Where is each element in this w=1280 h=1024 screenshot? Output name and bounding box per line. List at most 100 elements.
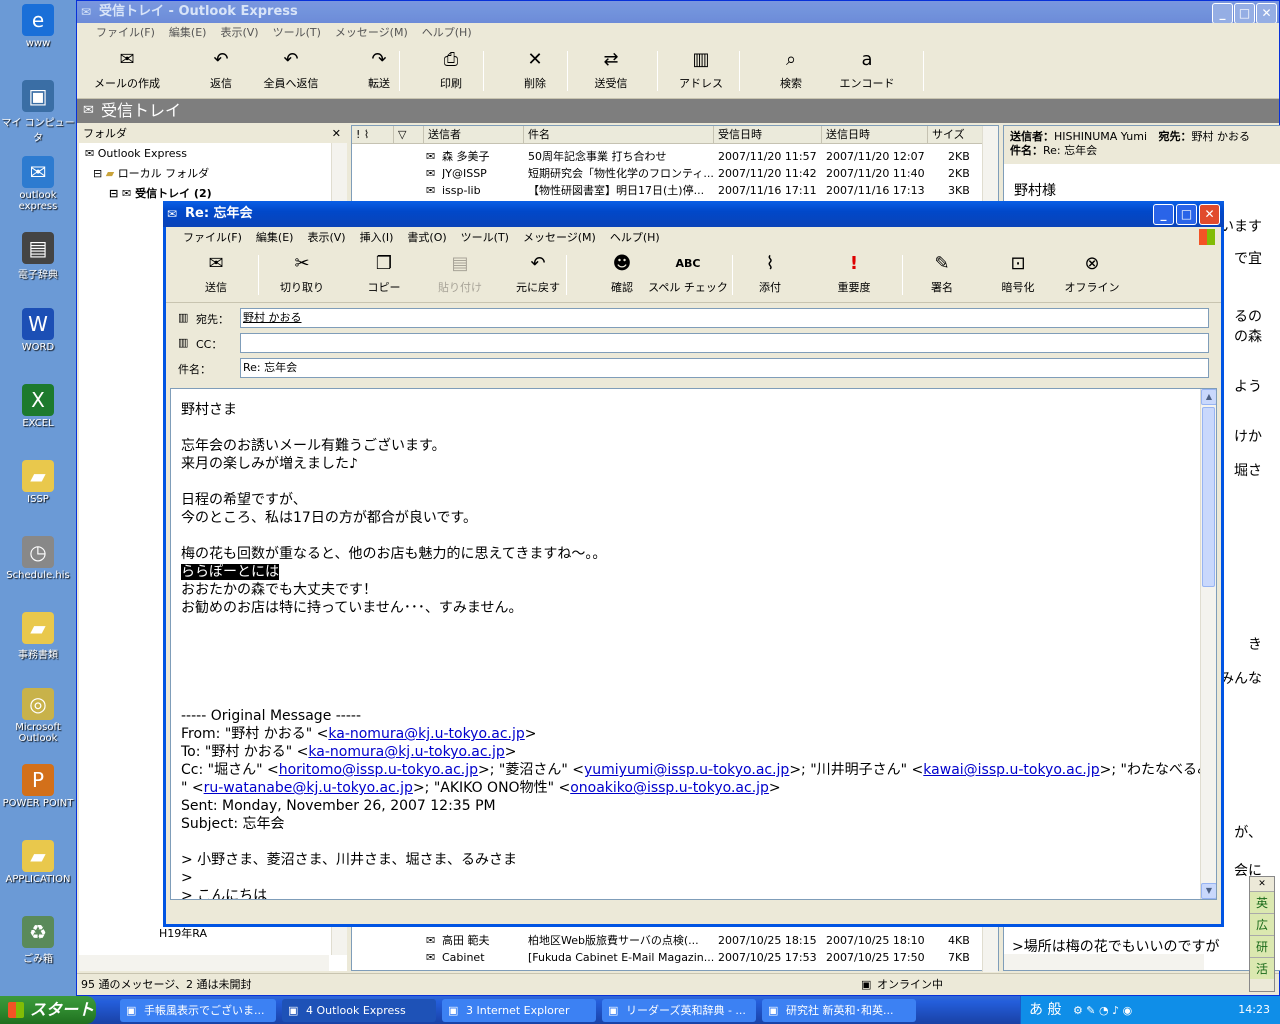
orig-from-email[interactable]: ka-nomura@kj.u-tokyo.ac.jp bbox=[328, 726, 524, 742]
menu-item[interactable]: 表示(V) bbox=[300, 228, 352, 248]
orig-cc-email[interactable]: horitomo@issp.u-tokyo.ac.jp bbox=[279, 762, 478, 778]
desktop-icon[interactable]: ✉ outlook express bbox=[0, 156, 76, 212]
desktop-icon[interactable]: ▰ APPLICATION bbox=[0, 840, 76, 885]
ime-button[interactable]: 英 bbox=[1250, 891, 1274, 913]
orig-cc-email[interactable]: kawai@issp.u-tokyo.ac.jp bbox=[923, 762, 1099, 778]
forward-button[interactable]: ↷ 転送 bbox=[339, 49, 419, 91]
taskbar-button[interactable]: ▣ リーダーズ英和辞典 - ... bbox=[602, 999, 756, 1022]
address-book-icon[interactable]: ▥ bbox=[178, 336, 188, 349]
cc-field[interactable] bbox=[240, 333, 1209, 353]
desktop-icon[interactable]: ▤ 電子辞典 bbox=[0, 232, 76, 281]
scroll-down-button[interactable]: ▼ bbox=[1201, 883, 1216, 899]
orig-cc-email[interactable]: onoakiko@issp.u-tokyo.ac.jp bbox=[570, 780, 769, 796]
menu-item[interactable]: ヘルプ(H) bbox=[603, 228, 667, 248]
desktop-icon[interactable]: P POWER POINT bbox=[0, 764, 76, 809]
column-header[interactable]: 送信日時 bbox=[822, 126, 928, 144]
orig-to-email[interactable]: ka-nomura@kj.u-tokyo.ac.jp bbox=[308, 744, 504, 760]
address-book-icon[interactable]: ▥ bbox=[178, 311, 188, 324]
folder-outlook-express[interactable]: ✉ Outlook Express bbox=[85, 145, 187, 163]
desktop-icon[interactable]: X EXCEL bbox=[0, 384, 76, 429]
folder-h19ra[interactable]: H19年RA bbox=[159, 925, 207, 943]
desktop-icon[interactable]: W WORD bbox=[0, 308, 76, 353]
folder-local-folders[interactable]: ⊟ ▰ ローカル フォルダ bbox=[93, 165, 209, 183]
scroll-thumb[interactable] bbox=[1202, 407, 1215, 587]
encode-button[interactable]: a エンコード bbox=[827, 49, 907, 91]
column-header[interactable]: 件名 bbox=[524, 126, 714, 144]
message-body[interactable]: 野村さま 忘年会のお誘いメール有難うございます。 来月の楽しみが増えました♪ 日程の希… bbox=[170, 388, 1217, 900]
taskbar-button[interactable]: ▣ 3 Internet Explorer bbox=[442, 999, 596, 1022]
menu-item[interactable]: 編集(E) bbox=[162, 23, 214, 43]
desktop-icon[interactable]: ▰ 事務書類 bbox=[0, 612, 76, 661]
spell-check-button[interactable]: ABC スペル チェック bbox=[642, 253, 734, 295]
menu-item[interactable]: ツール(T) bbox=[454, 228, 516, 248]
message-row[interactable]: ✉ 高田 範夫 柏地区Web版旅費サーバの点検(... 2007/10/25 18:1… bbox=[352, 932, 984, 949]
copy-button[interactable]: ❐ コピー bbox=[346, 253, 422, 295]
folder-pane-close-icon[interactable]: ✕ bbox=[332, 125, 341, 143]
reply-button[interactable]: ↶ 返信 bbox=[181, 49, 261, 91]
minimize-button[interactable]: _ bbox=[1212, 3, 1233, 24]
new-mail-button[interactable]: ✉ メールの作成 bbox=[87, 49, 167, 91]
attach-button[interactable]: ⌇ 添付 bbox=[732, 253, 808, 295]
expand-minus-icon[interactable]: ⊟ bbox=[93, 167, 106, 180]
column-flag[interactable]: ▽ bbox=[394, 126, 424, 144]
body-scrollbar[interactable]: ▲ ▼ bbox=[1200, 389, 1216, 899]
desktop-icon[interactable]: ◷ Schedule.his bbox=[0, 536, 76, 581]
message-row[interactable]: ✉ 森 多美子 50周年記念事業 打ち合わせ 2007/11/20 11:57 2007… bbox=[352, 148, 984, 165]
start-button[interactable]: スタート bbox=[0, 996, 96, 1024]
preview-hscrollbar[interactable] bbox=[1004, 954, 1204, 970]
ime-indicator[interactable]: あ 般 bbox=[1029, 1002, 1061, 1018]
find-button[interactable]: ⌕ 検索 bbox=[751, 49, 831, 91]
expand-minus-icon[interactable]: ⊟ bbox=[109, 187, 122, 200]
orig-cc-email[interactable]: ru-watanabe@kj.u-tokyo.ac.jp bbox=[204, 780, 413, 796]
ime-button[interactable]: 活 bbox=[1250, 957, 1274, 979]
scroll-up-button[interactable]: ▲ bbox=[1201, 389, 1216, 405]
menu-item[interactable]: ヘルプ(H) bbox=[415, 23, 479, 43]
send-receive-button[interactable]: ⇄ 送受信 bbox=[571, 49, 651, 91]
column-attachment[interactable]: ! ⌇ bbox=[352, 126, 394, 144]
send-button[interactable]: ✉ 送信 bbox=[178, 253, 254, 295]
menu-item[interactable]: ファイル(F) bbox=[89, 23, 162, 43]
desktop-icon[interactable]: ▣ マイ コンピュータ bbox=[0, 80, 76, 144]
offline-button[interactable]: ⊗ オフライン bbox=[1054, 253, 1130, 295]
to-recipient[interactable]: 野村 かおる bbox=[243, 311, 302, 324]
compose-maximize-button[interactable]: □ bbox=[1176, 204, 1197, 225]
column-header[interactable]: 受信日時 bbox=[714, 126, 822, 144]
priority-button[interactable]: ! 重要度 bbox=[816, 253, 892, 295]
message-row[interactable]: ✉ issp-lib 【物性研図書室】明日17日(土)停... 2007/11/16 … bbox=[352, 182, 984, 199]
menu-item[interactable]: ツール(T) bbox=[266, 23, 328, 43]
print-button[interactable]: ⎙ 印刷 bbox=[411, 49, 491, 91]
menu-item[interactable]: 編集(E) bbox=[249, 228, 301, 248]
column-header[interactable]: サイズ bbox=[928, 126, 984, 144]
to-field[interactable]: 野村 かおる bbox=[240, 308, 1209, 328]
address-book-button[interactable]: ▥ アドレス bbox=[661, 49, 741, 91]
sign-button[interactable]: ✎ 署名 bbox=[904, 253, 980, 295]
menu-item[interactable]: メッセージ(M) bbox=[328, 23, 415, 43]
encrypt-button[interactable]: ⊡ 暗号化 bbox=[980, 253, 1056, 295]
compose-title-bar[interactable]: ✉ Re: 忘年会 _ □ ✕ bbox=[163, 201, 1224, 227]
ime-button[interactable]: 研 bbox=[1250, 935, 1274, 957]
desktop-icon[interactable]: ♻ ごみ箱 bbox=[0, 916, 76, 965]
ime-button[interactable]: 広 bbox=[1250, 913, 1274, 935]
menu-item[interactable]: 挿入(I) bbox=[353, 228, 401, 248]
taskbar-button[interactable]: ▣ 研究社 新英和･和英... bbox=[762, 999, 916, 1022]
maximize-button[interactable]: □ bbox=[1234, 3, 1255, 24]
desktop-icon[interactable]: e www bbox=[0, 4, 76, 49]
cut-button[interactable]: ✂ 切り取り bbox=[264, 253, 340, 295]
compose-minimize-button[interactable]: _ bbox=[1153, 204, 1174, 225]
undo-button[interactable]: ↶ 元に戻す bbox=[500, 253, 576, 295]
ime-close-icon[interactable]: ✕ bbox=[1250, 877, 1274, 891]
taskbar-button[interactable]: ▣ 4 Outlook Express bbox=[282, 999, 436, 1022]
message-row[interactable]: ✉ JY@ISSP 短期研究会「物性化学のフロンティ... 2007/11/20 11… bbox=[352, 165, 984, 182]
subject-field[interactable]: Re: 忘年会 bbox=[240, 358, 1209, 378]
clock[interactable]: 14:23 bbox=[1238, 996, 1270, 1024]
compose-close-button[interactable]: ✕ bbox=[1199, 204, 1220, 225]
taskbar-button[interactable]: ▣ 手帳風表示でございま... bbox=[120, 999, 276, 1022]
menu-item[interactable]: 書式(O) bbox=[400, 228, 453, 248]
desktop-icon[interactable]: ◎ Microsoft Outlook bbox=[0, 688, 76, 744]
message-row[interactable]: ✉ Cabinet [Fukuda Cabinet E-Mail Magazin..… bbox=[352, 949, 984, 966]
reply-all-button[interactable]: ↶ 全員へ返信 bbox=[251, 49, 331, 91]
paste-button[interactable]: ▤ 貼り付け bbox=[422, 253, 498, 295]
desktop-icon[interactable]: ▰ ISSP bbox=[0, 460, 76, 505]
column-header[interactable]: 送信者 bbox=[424, 126, 524, 144]
folder-pane-hscrollbar[interactable] bbox=[79, 955, 329, 971]
